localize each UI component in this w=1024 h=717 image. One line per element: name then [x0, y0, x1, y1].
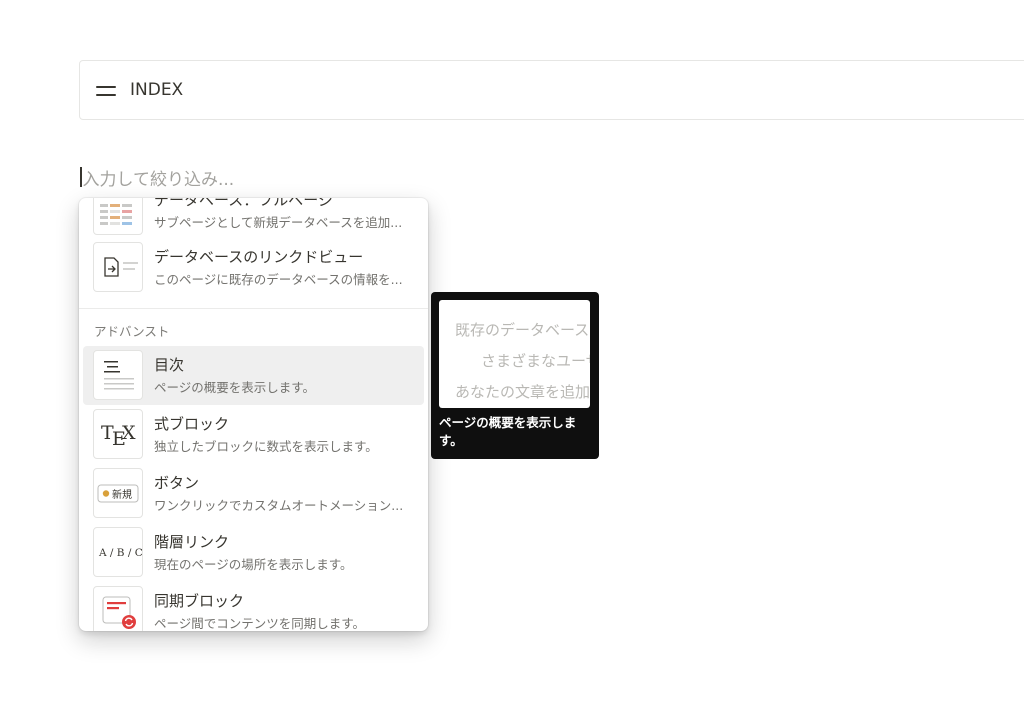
index-callout[interactable]: INDEX: [79, 60, 1024, 120]
menu-item-title: データベース：フルページ: [154, 198, 333, 209]
button-icon-label: 新規: [112, 488, 132, 501]
menu-item-description: ページの概要を表示します。: [154, 380, 316, 395]
preview-line: さまざまなユーザー: [481, 352, 590, 370]
breadcrumb-icon: A / B / C: [93, 527, 143, 577]
button-icon: 新規: [93, 468, 143, 518]
menu-item-equation-block[interactable]: T E X 式ブロック 独立したブロックに数式を表示します。: [83, 405, 424, 464]
filter-placeholder: 入力して絞り込み...: [82, 169, 235, 190]
menu-item-description: ページ間でコンテンツを同期します。: [154, 616, 366, 631]
menu-item-linked-database-view[interactable]: データベースのリンクドビュー このページに既存のデータベースの情報を...: [83, 238, 424, 297]
menu-item-table-of-contents[interactable]: 目次 ページの概要を表示します。: [83, 346, 424, 405]
section-divider: [79, 308, 428, 309]
menu-item-title: 目次: [154, 356, 185, 374]
full-page-database-icon: [93, 198, 143, 235]
menu-item-description: 現在のページの場所を表示します。: [154, 557, 353, 572]
linked-database-icon: [93, 242, 143, 292]
table-of-contents-icon: [93, 350, 143, 400]
menu-item-description: このページに既存のデータベースの情報を...: [154, 272, 403, 287]
menu-item-title: 階層リンク: [154, 533, 230, 551]
menu-item-title: 同期ブロック: [154, 592, 245, 610]
breadcrumb-icon-label: A / B / C: [98, 547, 142, 559]
callout-title: INDEX: [130, 80, 184, 100]
menu-item-full-page-database[interactable]: データベース：フルページ サブページとして新規データベースを追加...: [83, 198, 424, 240]
menu-item-title: ボタン: [154, 474, 200, 492]
preview-caption: ページの概要を表示します。: [439, 415, 577, 448]
menu-item-description: 独立したブロックに数式を表示します。: [154, 439, 378, 454]
menu-item-breadcrumb[interactable]: A / B / C 階層リンク 現在のページの場所を表示します。: [83, 523, 424, 582]
tex-icon: T E X: [93, 409, 143, 459]
tex-x: X: [122, 422, 136, 444]
text-caret: [80, 167, 82, 187]
block-menu[interactable]: データベース：フルページ サブページとして新規データベースを追加... データベ…: [79, 198, 428, 631]
menu-item-button[interactable]: 新規 ボタン ワンクリックでカスタムオートメーション...: [83, 464, 424, 523]
section-label-advanced: アドバンスト: [94, 324, 170, 339]
preview-line: 既存のデータベース: [455, 321, 590, 339]
preview-card: 既存のデータベース さまざまなユーザー あなたの文章を追加: [439, 300, 590, 408]
filter-input[interactable]: 入力して絞り込み...: [80, 166, 235, 190]
synced-block-icon: [93, 586, 143, 631]
menu-item-title: 式ブロック: [154, 415, 230, 433]
menu-item-description: ワンクリックでカスタムオートメーション...: [154, 498, 404, 513]
menu-icon[interactable]: [96, 86, 116, 96]
menu-item-title: データベースのリンクドビュー: [154, 248, 364, 266]
menu-item-synced-block[interactable]: 同期ブロック ページ間でコンテンツを同期します。: [83, 582, 424, 631]
menu-item-description: サブページとして新規データベースを追加...: [154, 215, 403, 230]
preview-line: あなたの文章を追加: [455, 383, 590, 401]
preview-tooltip: 既存のデータベース さまざまなユーザー あなたの文章を追加 ページの概要を表示し…: [431, 292, 599, 459]
